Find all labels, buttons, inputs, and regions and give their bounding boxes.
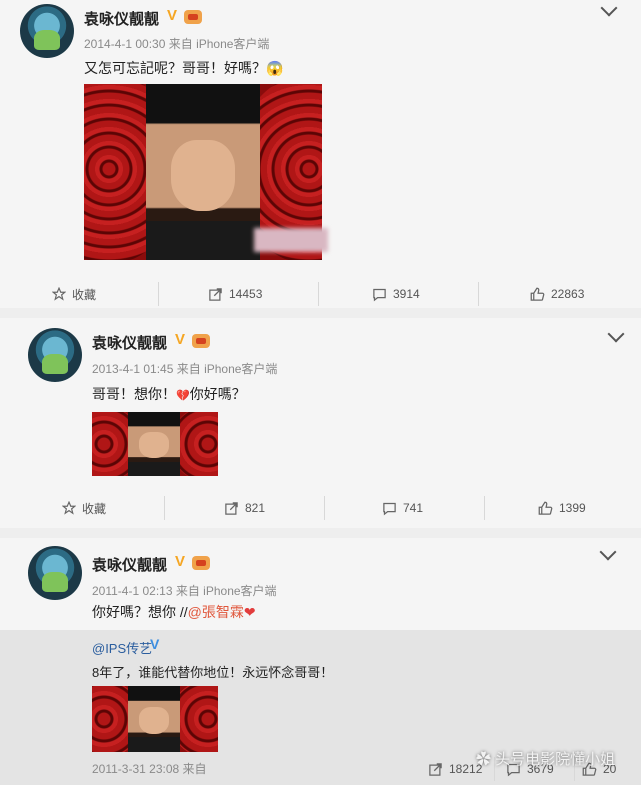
repost-icon [209,287,222,301]
quoted-image[interactable] [92,686,218,752]
comment-count: 3914 [393,287,420,301]
portrait-image [146,84,260,260]
heart-emoji: ❤ [243,604,256,620]
post-text: 又怎可忘記呢？哥哥！好嗎？😱 [84,60,284,76]
quoted-text: 8年了，谁能代替你地位！永远怀念哥哥！ [92,665,334,680]
post-meta: 2013-4-1 01:45 来自 iPhone客户端 [92,362,278,376]
divider [478,282,479,306]
portrait-image [128,412,180,476]
comment-icon [383,502,396,515]
comment-button[interactable]: 3914 [372,274,420,314]
post-card-2: 袁咏仪靓靓 V 2013-4-1 01:45 来自 iPhone客户端 哥哥！想… [0,318,641,528]
watermark-text: 头号电影院懂小姐 [495,751,616,768]
comment-icon [373,288,386,301]
divider [318,282,319,306]
broken-heart-emoji: 💔 [176,390,190,402]
comment-count: 741 [403,501,424,515]
repost-button[interactable]: 821 [224,488,265,528]
collect-label: 收藏 [82,501,107,516]
repost-icon [225,501,238,515]
vip-badge: V [175,553,186,570]
wechat-icon: ✿ [476,751,496,768]
like-count: 1399 [559,501,586,515]
like-button[interactable]: 1399 [538,488,586,528]
portrait-image [128,686,180,752]
avatar[interactable] [28,546,82,600]
action-bar: 收藏 821 741 1399 [0,488,641,528]
post-meta: 2014-4-1 00:30 来自 iPhone客户端 [84,37,270,51]
quoted-author[interactable]: @IPS传艺 [92,638,152,657]
divider [484,496,485,520]
vip-badge: V [175,331,186,348]
post-card-1: 袁咏仪靓靓 V 2014-4-1 00:30 来自 iPhone客户端 又怎可忘… [0,0,641,308]
post-text: 哥哥！想你！💔你好嗎？ [92,384,246,404]
avatar[interactable] [28,328,82,382]
thumbs-up-icon [530,287,545,301]
collect-button[interactable]: 收藏 [62,488,106,528]
repost-count: 14453 [229,287,263,301]
divider [324,496,325,520]
repost-icon [429,762,442,776]
star-icon [62,501,76,515]
post-text-part: 你好嗎？想你 // [92,604,188,620]
chevron-down-icon[interactable] [599,543,617,561]
post-image[interactable] [92,412,218,476]
repost-button[interactable]: 14453 [208,274,262,314]
vip-badge: V [167,7,178,24]
repost-count: 821 [245,501,266,515]
mention-link[interactable]: @張智霖 [188,604,244,620]
divider [164,496,165,520]
collect-button[interactable]: 收藏 [52,274,96,314]
like-button[interactable]: 22863 [530,274,584,314]
author-name[interactable]: 袁咏仪靓靓 [92,554,167,575]
crown-icon [184,10,202,24]
post-text-part: 哥哥！想你！ [92,386,176,402]
comment-button[interactable]: 741 [382,488,423,528]
crown-icon [192,556,210,570]
avatar[interactable] [20,4,74,58]
author-name[interactable]: 袁咏仪靓靓 [92,332,167,353]
chevron-down-icon[interactable] [607,325,625,343]
like-count: 22863 [551,287,585,301]
thumbs-up-icon [538,501,553,515]
author-name[interactable]: 袁咏仪靓靓 [84,8,159,29]
quoted-meta: 2011-3-31 23:08 来自 [92,762,207,776]
quoted-repost-button[interactable]: 18212 [428,749,482,785]
blurred-watermark [254,228,328,252]
action-bar: 收藏 14453 3914 22863 [0,274,641,314]
chevron-down-icon[interactable] [600,0,618,17]
crown-icon [192,334,210,348]
post-text: 你好嗎？想你 //@張智霖❤ [92,602,256,622]
post-text-part: 你好嗎？ [189,386,246,402]
divider [158,282,159,306]
post-meta: 2011-4-1 02:13 来自 iPhone客户端 [92,584,277,598]
star-icon [52,287,66,301]
verified-badge: V [150,636,160,652]
watermark: ✿ 头号电影院懂小姐 [476,748,615,769]
collect-label: 收藏 [72,287,97,302]
